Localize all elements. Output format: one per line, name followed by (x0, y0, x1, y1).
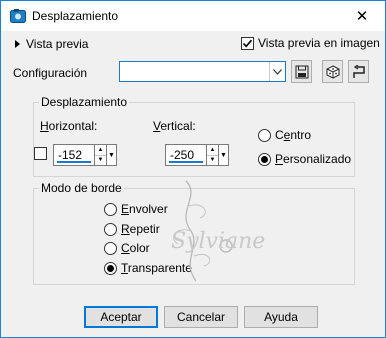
vertical-label: Vertical: (153, 119, 196, 133)
config-label: Configuración (13, 66, 88, 80)
cancel-button[interactable]: Cancelar (164, 306, 238, 328)
cancel-button-label: Cancelar (176, 310, 226, 324)
edge-mode-group-title: Modo de borde (39, 181, 124, 195)
live-preview-checkbox[interactable] (241, 36, 254, 50)
transparent-label: Transparente (121, 261, 192, 275)
chevron-down-icon[interactable] (269, 62, 285, 81)
dialog-window: Desplazamiento ✕ Vista previa Vista prev… (0, 0, 386, 338)
wrap-label: Envolver (121, 202, 168, 216)
close-icon: ✕ (355, 8, 369, 25)
transparent-radio[interactable] (104, 261, 117, 275)
repeat-radio[interactable] (104, 222, 117, 236)
vertical-input[interactable]: -250 (165, 144, 207, 166)
center-label: Centro (275, 128, 312, 142)
edge-option-wrap[interactable]: Envolver (104, 202, 168, 216)
center-radio[interactable] (258, 128, 271, 142)
horizontal-spinner[interactable]: -152 ▲ ▼ ▼ (53, 144, 117, 166)
live-preview-option[interactable]: Vista previa en imagen (241, 36, 380, 50)
spin-up-icon[interactable]: ▲ (207, 145, 218, 156)
reset-button[interactable] (348, 60, 369, 83)
live-preview-label: Vista previa en imagen (258, 36, 380, 50)
custom-option[interactable]: Personalizado (258, 152, 351, 166)
color-radio[interactable] (104, 241, 117, 255)
link-offsets-checkbox[interactable] (34, 147, 47, 160)
custom-radio[interactable] (258, 152, 271, 166)
repeat-label: Repetir (121, 222, 160, 236)
vertical-dropdown-icon[interactable]: ▼ (219, 144, 229, 166)
save-preset-button[interactable] (291, 60, 312, 83)
horizontal-label: Horizontal: (40, 119, 98, 133)
horizontal-input[interactable]: -152 (53, 144, 95, 166)
wrap-radio[interactable] (104, 202, 117, 216)
edge-option-transparent[interactable]: Transparente (104, 261, 192, 275)
accept-button[interactable]: Aceptar (84, 306, 158, 328)
reset-icon (352, 64, 365, 78)
checkmark-icon (242, 39, 253, 47)
app-icon (10, 9, 26, 23)
accept-button-label: Aceptar (100, 310, 142, 324)
center-option[interactable]: Centro (258, 128, 311, 142)
edge-option-repeat[interactable]: Repetir (104, 222, 160, 236)
spin-up-icon[interactable]: ▲ (95, 145, 106, 156)
horizontal-spin-buttons[interactable]: ▲ ▼ (95, 144, 107, 166)
save-icon (295, 65, 308, 78)
horizontal-dropdown-icon[interactable]: ▼ (107, 144, 117, 166)
custom-label: Personalizado (275, 152, 352, 166)
offset-group-title: Desplazamiento (39, 95, 130, 109)
close-button[interactable]: ✕ (339, 1, 385, 31)
config-dropdown[interactable] (119, 61, 286, 82)
edge-option-color[interactable]: Color (104, 241, 150, 255)
expand-triangle-icon (15, 40, 20, 48)
preview-toggle-label: Vista previa (26, 37, 89, 51)
edge-mode-group (33, 188, 355, 285)
vertical-spinner[interactable]: -250 ▲ ▼ ▼ (165, 144, 229, 166)
vertical-spin-buttons[interactable]: ▲ ▼ (207, 144, 219, 166)
random-dice-icon (326, 64, 339, 79)
color-label: Color (121, 241, 150, 255)
spin-down-icon[interactable]: ▼ (207, 156, 218, 166)
spin-down-icon[interactable]: ▼ (95, 156, 106, 166)
help-button[interactable]: Ayuda (244, 306, 318, 328)
help-button-label: Ayuda (264, 310, 298, 324)
window-title: Desplazamiento (32, 9, 119, 23)
title-bar: Desplazamiento ✕ (1, 1, 385, 31)
preview-toggle[interactable]: Vista previa (15, 37, 88, 51)
randomize-button[interactable] (322, 60, 343, 83)
